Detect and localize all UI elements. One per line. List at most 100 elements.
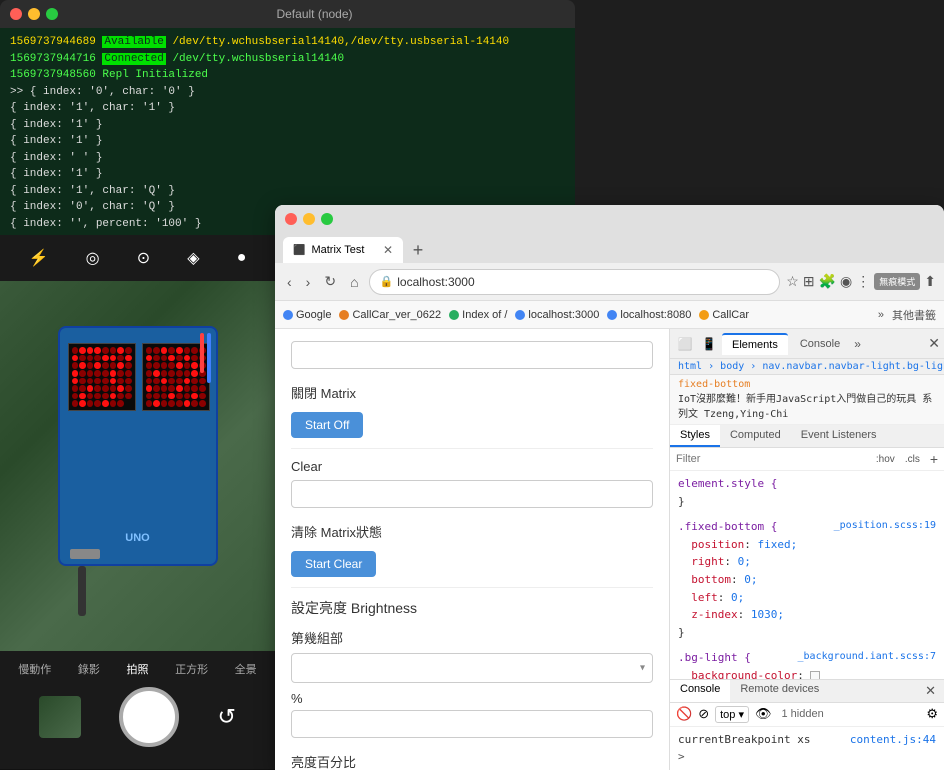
share-icon[interactable]: ⬆ — [924, 273, 936, 290]
element-highlight: fixed-bottom IoT沒那麼難！新手用JavaScript入門做自己的… — [670, 375, 944, 425]
bookmark-icon[interactable]: ☆ — [786, 273, 799, 290]
extensions-icon[interactable]: 🧩 — [819, 273, 836, 290]
console-filter-icon[interactable]: ⊘ — [698, 706, 709, 722]
breadcrumb-body[interactable]: body — [720, 361, 744, 372]
console-toolbar: 🚫 ⊘ top ▾ 👁 1 hidden ⚙ — [670, 703, 944, 727]
filter-icon[interactable]: ◈ — [187, 248, 199, 268]
console-context-selector[interactable]: top ▾ — [715, 706, 749, 723]
css-selector: .bg-light { — [678, 651, 751, 664]
camera-mode-slow[interactable]: 慢動作 — [18, 661, 51, 677]
browser-maximize-dot[interactable] — [321, 213, 333, 225]
devtools-device-icon[interactable]: 📱 — [698, 333, 720, 355]
section-divider-1 — [291, 448, 653, 449]
console-tab-bar: Console Remote devices ✕ — [670, 680, 944, 703]
breadcrumb-nav[interactable]: nav.navbar.navbar-light.bg-light.fixed-b… — [762, 361, 944, 372]
home-button[interactable]: ⌂ — [346, 272, 362, 292]
devtools-bottom: Console Remote devices ✕ 🚫 ⊘ top ▾ 👁 1 h… — [670, 679, 944, 770]
devtools-more-tabs[interactable]: » — [854, 337, 861, 351]
styles-tab-computed[interactable]: Computed — [720, 425, 791, 447]
matrix-input[interactable] — [291, 341, 653, 369]
address-bar[interactable]: 🔒 localhost:3000 — [369, 269, 781, 295]
browser-minimize-dot[interactable] — [303, 213, 315, 225]
percent-input[interactable] — [291, 710, 653, 738]
browser-close-dot[interactable] — [285, 213, 297, 225]
start-clear-button[interactable]: Start Clear — [291, 551, 376, 577]
bookmark-callcar2[interactable]: CallCar — [699, 309, 749, 321]
bookmark-index[interactable]: Index of / — [449, 309, 507, 321]
bookmark-localhost8080[interactable]: localhost:8080 — [607, 309, 691, 321]
browser-content: 關閉 Matrix Start Off Clear 清除 Matrix狀態 St… — [275, 329, 944, 770]
console-prompt[interactable]: > — [678, 748, 685, 766]
css-rule-fixed-bottom: .fixed-bottom {_position.scss:19 positio… — [678, 518, 936, 641]
bookmark-localhost3000[interactable]: localhost:3000 — [515, 309, 599, 321]
terminal-content: 1569737944689 Available /dev/tty.wchusbs… — [0, 28, 575, 235]
section-divider-2 — [291, 587, 653, 588]
more-icon[interactable]: ● — [237, 249, 247, 267]
terminal-line: 1569737944689 Available /dev/tty.wchusbs… — [10, 34, 565, 51]
styles-tab-events[interactable]: Event Listeners — [791, 425, 887, 447]
camera-mode-square[interactable]: 正方形 — [175, 661, 208, 677]
css-file-link[interactable]: _position.scss:19 — [834, 518, 936, 534]
console-eye-icon[interactable]: 👁 — [755, 706, 772, 722]
camera-thumbnail[interactable] — [39, 696, 81, 738]
pseudo-filter[interactable]: :hov — [876, 454, 895, 465]
styles-tab-styles[interactable]: Styles — [670, 425, 720, 447]
devtools-tab-console[interactable]: Console — [790, 334, 850, 354]
console-tab-remote[interactable]: Remote devices — [730, 680, 829, 702]
fixed-bottom-highlight: fixed-bottom — [678, 379, 750, 390]
camera-flip-icon[interactable]: ↺ — [217, 704, 235, 730]
other-bookmarks-label[interactable]: 其他書籤 — [892, 307, 936, 323]
camera-mode-panorama[interactable]: 全景 — [235, 661, 257, 677]
forward-button[interactable]: › — [302, 272, 315, 292]
console-settings-icon[interactable]: ⚙ — [926, 706, 938, 722]
add-style-icon[interactable]: + — [930, 451, 938, 467]
bookmark-google[interactable]: Google — [283, 309, 331, 321]
nav-icons: ☆ ⊞ 🧩 ◉ ⋮ 無痕模式 ⬆ — [786, 273, 936, 290]
terminal-title: Default (node) — [276, 7, 352, 21]
timer-icon[interactable]: ⊙ — [137, 248, 150, 268]
flash-icon[interactable]: ⚡ — [29, 248, 49, 268]
component-select-wrapper: ▾ — [291, 653, 653, 683]
console-link[interactable]: content.js:44 — [850, 731, 936, 749]
bookmark-callcar[interactable]: CallCar_ver_0622 — [339, 309, 441, 321]
breadcrumb-bar: html › body › nav.navbar.navbar-light.bg… — [670, 359, 944, 375]
breadcrumb-html[interactable]: html — [678, 361, 702, 372]
tab-close-button[interactable]: ✕ — [383, 243, 393, 257]
profile-icon[interactable]: ◉ — [840, 273, 852, 290]
camera-preview: UNO — [0, 281, 275, 651]
camera-mode-video[interactable]: 錄影 — [78, 661, 100, 677]
tab-overview-icon[interactable]: ⊞ — [803, 273, 815, 290]
devtools-inspect-icon[interactable]: ⬜ — [674, 333, 696, 355]
terminal-maximize-dot[interactable] — [46, 8, 58, 20]
new-tab-button[interactable]: + — [405, 237, 431, 263]
console-tab-console[interactable]: Console — [670, 680, 730, 702]
terminal-minimize-dot[interactable] — [28, 8, 40, 20]
percent-label: % — [291, 691, 653, 706]
devtools-tab-elements[interactable]: Elements — [722, 333, 788, 355]
console-clear-icon[interactable]: 🚫 — [676, 706, 692, 722]
camera-shutter-button[interactable] — [119, 687, 179, 747]
console-close-button[interactable]: ✕ — [917, 680, 944, 702]
camera-mode-photo[interactable]: 拍照 — [126, 661, 148, 677]
bookmarks-bar: Google CallCar_ver_0622 Index of / local… — [275, 301, 944, 329]
devtools-close-button[interactable]: ✕ — [928, 335, 940, 352]
iot-text: IoT沒那麼難！新手用JavaScript入門做自己的玩具 系列文 Tzeng,… — [678, 394, 932, 420]
browser-titlebar — [275, 205, 944, 233]
reload-button[interactable]: ↻ — [320, 271, 340, 292]
clear-input[interactable] — [291, 480, 653, 508]
component-label: 第幾組部 — [291, 628, 653, 647]
menu-icon[interactable]: ⋮ — [856, 273, 870, 290]
terminal-line: { index: '1', char: '1' } — [10, 100, 565, 117]
browser-tab-active[interactable]: ⬛ Matrix Test ✕ — [283, 237, 403, 263]
more-bookmarks[interactable]: » — [878, 309, 884, 321]
css-file-link[interactable]: _background.iant.scss:7 — [798, 649, 936, 665]
bookmark-label: CallCar_ver_0622 — [352, 309, 441, 321]
component-select[interactable] — [291, 653, 653, 683]
terminal-close-dot[interactable] — [10, 8, 22, 20]
camera-settings-icon[interactable]: ◎ — [86, 248, 100, 268]
styles-filter-input[interactable] — [676, 453, 870, 465]
start-off-button[interactable]: Start Off — [291, 412, 363, 438]
browser-window: ⬛ Matrix Test ✕ + ‹ › ↻ ⌂ 🔒 localhost:30… — [275, 205, 944, 770]
back-button[interactable]: ‹ — [283, 272, 296, 292]
cls-filter[interactable]: .cls — [905, 454, 920, 465]
